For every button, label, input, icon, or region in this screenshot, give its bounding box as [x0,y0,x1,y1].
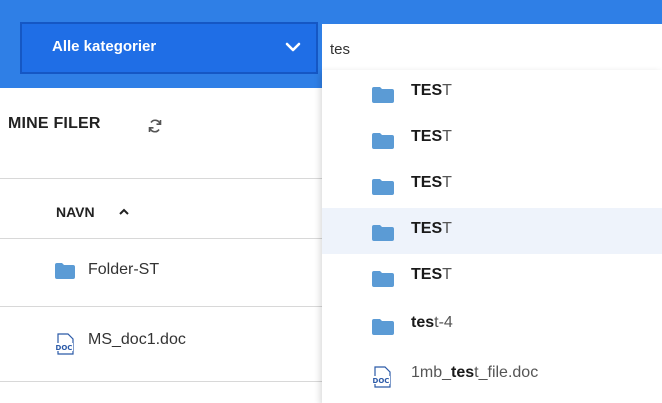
search-result-item[interactable]: test-4 [322,302,662,348]
search-result-item[interactable]: TEST [322,116,662,162]
column-header-name[interactable]: NAVN [56,204,95,220]
result-label: TEST [411,82,452,99]
folder-icon [372,271,394,287]
folder-icon [372,133,394,149]
search-result-item[interactable]: TEST [322,208,662,254]
folder-icon [372,87,394,103]
category-select[interactable]: Alle kategorier [20,22,318,74]
svg-text:DOC: DOC [56,344,73,352]
result-label: TEST [411,128,452,145]
search-input[interactable] [330,36,630,62]
refresh-icon[interactable] [147,118,163,134]
search-results-dropdown: TEST TEST TEST TEST TEST test-4 DOC 1mb_… [322,70,662,403]
category-area: Alle kategorier [0,0,322,88]
search-box[interactable] [322,24,662,74]
svg-text:DOC: DOC [373,377,390,385]
result-label: 1mb_test_file.doc [411,364,539,381]
result-label: TEST [411,266,452,283]
table-row[interactable]: Folder-ST [0,239,322,305]
sort-ascending-icon [119,208,129,215]
divider [0,381,322,382]
doc-icon: DOC [372,366,391,388]
folder-icon [372,225,394,241]
section-title: MINE FILER [8,115,101,132]
search-result-item[interactable]: TEST [322,254,662,300]
category-label: Alle kategorier [52,38,157,55]
file-list-panel: MINE FILER NAVN Folder-ST DOC MS_doc1.do… [0,88,322,403]
divider [0,178,322,179]
chevron-down-icon [285,42,301,52]
row-name: MS_doc1.doc [88,331,186,348]
search-result-item[interactable]: TEST [322,162,662,208]
result-label: TEST [411,220,452,237]
result-label: test-4 [411,314,453,331]
search-result-item[interactable]: TEST [322,70,662,116]
doc-icon: DOC [55,333,74,355]
folder-icon [372,179,394,195]
result-label: TEST [411,174,452,191]
folder-icon [55,263,75,279]
row-name: Folder-ST [88,261,160,278]
table-row[interactable]: DOC MS_doc1.doc [0,307,322,373]
folder-icon [372,319,394,335]
search-result-item[interactable]: DOC 1mb_test_file.doc [322,354,662,400]
